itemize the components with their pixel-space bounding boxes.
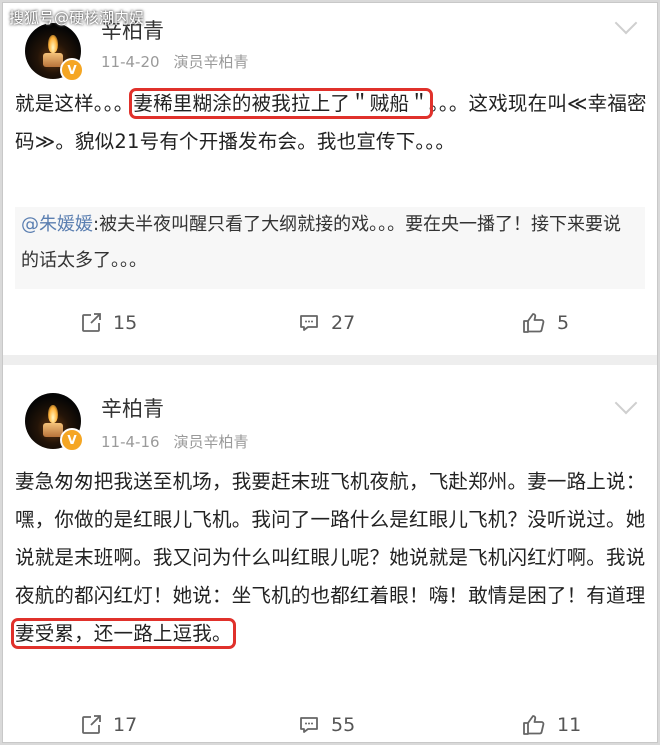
comment-count: 27 — [331, 312, 356, 334]
avatar[interactable]: V — [25, 393, 84, 452]
post-meta: 11-4-20 演员辛柏青 — [101, 51, 249, 72]
like-icon — [523, 313, 545, 333]
chevron-down-icon[interactable] — [614, 11, 638, 35]
repost-count: 15 — [113, 312, 138, 334]
comment-icon — [300, 315, 318, 331]
repost-body: :被夫半夜叫醒只看了大纲就接的戏。。。要在央一播了！接下来要说的话太多了。。。 — [21, 214, 622, 271]
repost-icon — [82, 715, 101, 734]
candle-flame-icon — [48, 405, 58, 423]
post-separator — [3, 355, 657, 365]
action-bar: 15 27 5 — [3, 303, 657, 343]
repost-button[interactable]: 15 — [79, 303, 137, 343]
watermark: 搜狐号@硬核潮内娱 — [9, 9, 145, 27]
author-role: 演员辛柏青 — [173, 53, 249, 71]
author-role: 演员辛柏青 — [173, 433, 249, 451]
like-count: 11 — [557, 714, 582, 736]
like-button[interactable]: 11 — [521, 705, 582, 742]
candle-flame-icon — [48, 35, 58, 53]
post-date: 11-4-20 — [101, 53, 160, 71]
highlighted-text: 妻受累，还一路上逗我。 — [11, 618, 236, 649]
comment-icon — [300, 717, 318, 733]
weibo-post: V 辛柏青 11-4-16 演员辛柏青 妻急匆匆把我送至机场，我要赶末班飞机夜航，… — [3, 365, 657, 742]
weibo-post: V 辛柏青 11-4-20 演员辛柏青 就是这样。。。妻稀里糊涂的被我拉上了＂贼船… — [3, 3, 657, 355]
comment-count: 55 — [331, 714, 356, 736]
comment-button[interactable]: 55 — [297, 705, 356, 742]
verified-badge-icon: V — [60, 428, 84, 452]
post-date: 11-4-16 — [101, 433, 160, 451]
repost-box[interactable]: @朱媛媛:被夫半夜叫醒只看了大纲就接的戏。。。要在央一播了！接下来要说的话太多了… — [15, 207, 645, 289]
verified-badge-icon: V — [60, 58, 84, 82]
content-text: 妻急匆匆把我送至机场，我要赶末班飞机夜航，飞赴郑州。妻一路上说：嘿，你做的是红眼… — [15, 470, 646, 607]
like-button[interactable]: 5 — [521, 303, 569, 343]
author-name[interactable]: 辛柏青 — [101, 393, 164, 423]
action-bar: 17 55 11 — [3, 705, 657, 742]
avatar[interactable]: V — [25, 23, 84, 82]
post-content: 就是这样。。。妻稀里糊涂的被我拉上了＂贼船＂。。。这戏现在叫≪幸福密码≫。貌似2… — [15, 85, 647, 161]
comment-button[interactable]: 27 — [297, 303, 355, 343]
highlighted-text: 妻稀里糊涂的被我拉上了＂贼船＂ — [129, 88, 433, 119]
repost-button[interactable]: 17 — [79, 705, 138, 742]
screenshot-frame: 搜狐号@硬核潮内娱 V 辛柏青 11-4-20 演员辛柏青 就是这样。。。妻稀里糊… — [2, 2, 658, 743]
repost-icon — [82, 313, 101, 332]
repost-text: @朱媛媛:被夫半夜叫醒只看了大纲就接的戏。。。要在央一播了！接下来要说的话太多了… — [21, 207, 639, 279]
chevron-down-icon[interactable] — [614, 391, 638, 415]
like-count: 5 — [557, 312, 570, 334]
like-icon — [523, 715, 545, 735]
post-content: 妻急匆匆把我送至机场，我要赶末班飞机夜航，飞赴郑州。妻一路上说：嘿，你做的是红眼… — [11, 463, 647, 653]
content-text: 就是这样。。。 — [15, 92, 134, 115]
mention-link[interactable]: @朱媛媛 — [21, 214, 93, 235]
repost-count: 17 — [113, 714, 138, 736]
post-meta: 11-4-16 演员辛柏青 — [101, 431, 249, 452]
